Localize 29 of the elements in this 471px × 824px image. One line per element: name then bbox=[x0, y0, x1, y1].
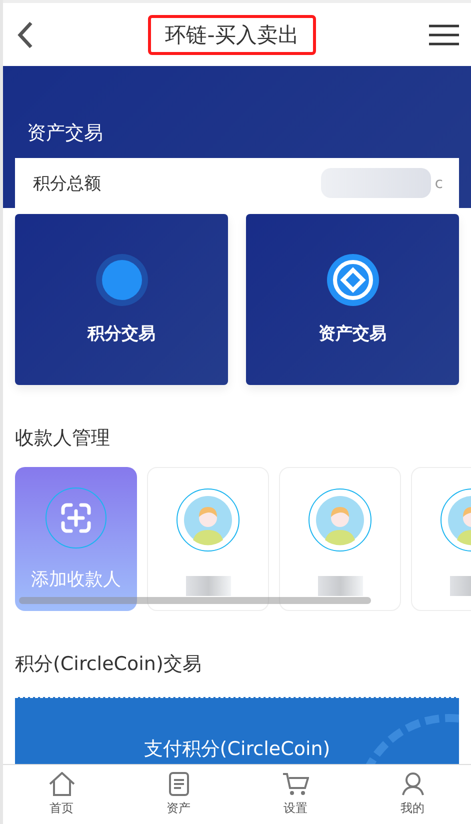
diamond-coin-icon bbox=[326, 254, 378, 306]
payee-card[interactable] bbox=[279, 467, 401, 611]
trade-tile[interactable]: 积分交易 bbox=[15, 214, 228, 385]
cart-icon bbox=[282, 772, 308, 796]
tab-item[interactable]: 首页 bbox=[3, 765, 120, 824]
avatar-icon bbox=[308, 488, 372, 552]
user-icon bbox=[402, 772, 424, 796]
blurred-name bbox=[318, 576, 362, 596]
tab-item[interactable]: 设置 bbox=[237, 765, 354, 824]
home-icon bbox=[48, 772, 74, 796]
menu-icon[interactable] bbox=[428, 22, 459, 46]
document-icon bbox=[168, 772, 188, 796]
banner-title: 资产交易 bbox=[27, 122, 103, 144]
pay-card[interactable]: 支付积分(CircleCoin) bbox=[15, 697, 459, 764]
avatar-icon bbox=[176, 488, 240, 552]
tab-item[interactable]: 资产 bbox=[120, 765, 237, 824]
scrollbar[interactable] bbox=[19, 597, 371, 604]
add-icon bbox=[45, 487, 107, 549]
circle-icon bbox=[96, 254, 148, 306]
section-title: 积分(CircleCoin)交易 bbox=[15, 652, 202, 677]
blurred-name bbox=[186, 576, 230, 596]
section-title: 收款人管理 bbox=[15, 426, 111, 451]
total-label: 积分总额 bbox=[33, 172, 101, 194]
trade-tile[interactable]: 资产交易 bbox=[246, 214, 459, 385]
payee-card[interactable] bbox=[147, 467, 269, 611]
tab-item[interactable]: 我的 bbox=[354, 765, 471, 824]
page-title: 环链-买入卖出 bbox=[148, 14, 316, 54]
total-value: c bbox=[434, 174, 443, 192]
back-icon[interactable] bbox=[15, 20, 35, 50]
